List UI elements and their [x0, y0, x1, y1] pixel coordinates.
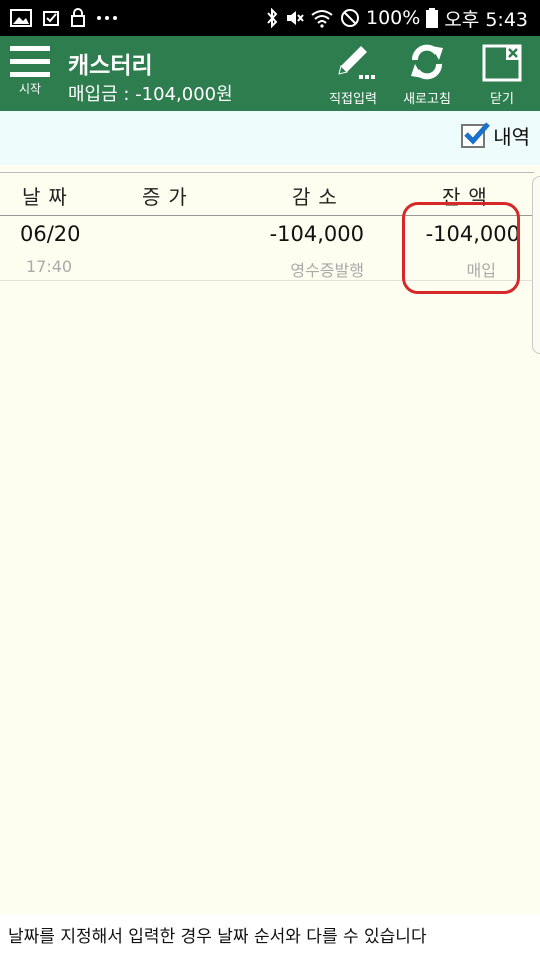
block-icon	[340, 8, 360, 28]
scroll-edge[interactable]	[532, 176, 540, 354]
app-title: 캐스터리	[68, 53, 153, 79]
direct-input-button[interactable]: 직접입력	[322, 40, 384, 108]
purchase-total: 매입금 : -104,000원	[68, 84, 233, 105]
header-increase: 증가	[142, 185, 195, 209]
menu-button[interactable]: 시작	[8, 40, 52, 106]
close-button[interactable]: 닫기	[476, 40, 528, 108]
footer-note: 날짜를 지정해서 입력한 경우 날짜 순서와 다를 수 있습니다	[0, 914, 540, 960]
direct-input-label: 직접입력	[329, 92, 377, 107]
history-label: 내역	[493, 125, 530, 149]
lock-icon	[70, 8, 86, 28]
status-bar: 100% 오후 5:43	[0, 0, 540, 36]
close-window-icon	[476, 42, 528, 82]
row-date: 06/20	[20, 222, 81, 246]
row-decrease-note: 영수증발행	[290, 261, 364, 280]
pencil-icon	[322, 42, 384, 82]
row-time: 17:40	[26, 257, 73, 276]
battery-icon	[426, 8, 439, 28]
history-toggle[interactable]: 내역	[461, 121, 530, 150]
refresh-icon	[396, 42, 458, 82]
status-left	[10, 0, 118, 36]
status-right: 100% 오후 5:43	[266, 0, 528, 36]
clock: 오후 5:43	[444, 8, 528, 31]
mute-icon	[284, 8, 304, 28]
app-bar: 시작 캐스터리 매입금 : -104,000원 직접입력 새로고침 닫기	[0, 36, 540, 111]
check-icon	[42, 9, 60, 27]
sub-header: 내역	[0, 111, 540, 165]
bluetooth-icon	[266, 8, 278, 28]
image-icon	[10, 9, 32, 27]
close-label: 닫기	[490, 92, 514, 107]
history-checkbox[interactable]	[461, 121, 491, 148]
more-icon	[96, 15, 118, 21]
wifi-icon	[310, 8, 334, 28]
refresh-label: 새로고침	[403, 92, 451, 107]
menu-label: 시작	[18, 82, 42, 96]
battery-level: 100%	[366, 7, 421, 29]
balance-highlight-annotation	[402, 202, 520, 294]
row-decrease: -104,000	[269, 222, 364, 246]
header-decrease: 감소	[292, 185, 345, 209]
header-date: 날짜	[22, 185, 75, 209]
refresh-button[interactable]: 새로고침	[396, 40, 458, 108]
hamburger-menu-icon	[8, 44, 52, 78]
